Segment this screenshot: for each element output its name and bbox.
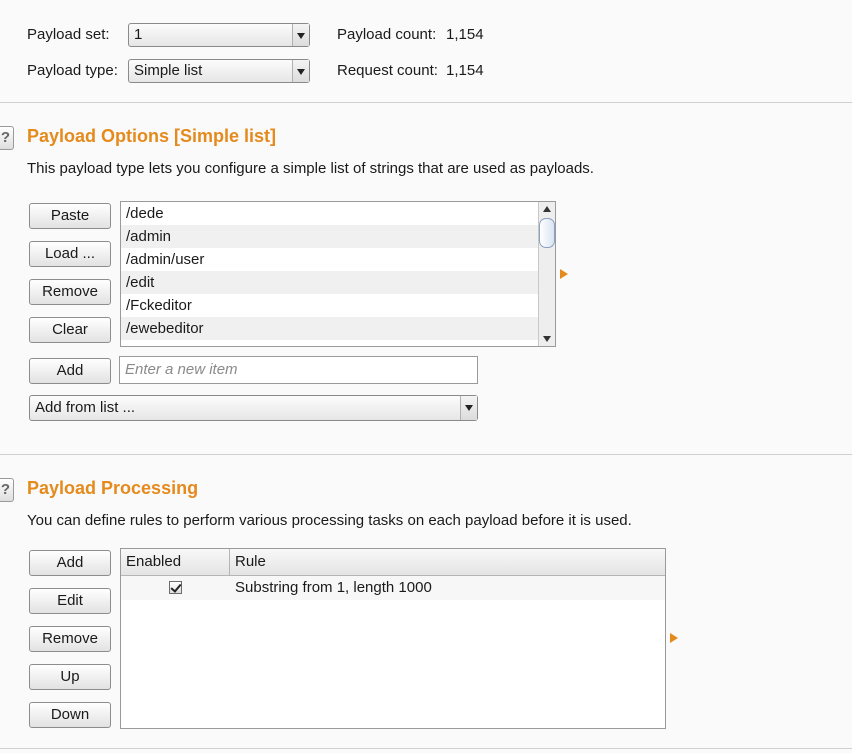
add-from-list-select[interactable]: Add from list ... (29, 395, 478, 421)
request-count-value: 1,154 (446, 62, 484, 79)
list-item[interactable]: /admin (121, 225, 555, 248)
payload-processing-title: Payload Processing (27, 478, 199, 498)
list-item[interactable]: /dede (121, 202, 555, 225)
list-scrollbar[interactable] (538, 202, 555, 346)
table-header: Enabled Rule (121, 549, 665, 576)
enabled-checkbox[interactable] (169, 581, 182, 594)
payload-type-label: Payload type: (27, 62, 118, 79)
remove-rule-button[interactable]: Remove (29, 626, 111, 652)
chevron-down-icon (292, 24, 309, 46)
add-from-list-label: Add from list ... (35, 399, 136, 416)
payload-options-title: Payload Options [Simple list] (27, 126, 277, 146)
payload-list[interactable]: /dede /admin /admin/user /edit /Fckedito… (120, 201, 556, 347)
payload-set-value: 1 (134, 26, 143, 43)
section-divider (0, 102, 852, 103)
payload-type-value: Simple list (134, 62, 203, 79)
scroll-down-arrow-icon[interactable] (539, 332, 555, 346)
list-item[interactable]: /Fckeditor (121, 294, 555, 317)
options-help-button[interactable]: ? (0, 126, 14, 150)
clear-button[interactable]: Clear (29, 317, 111, 343)
move-down-button[interactable]: Down (29, 702, 111, 728)
section-divider (0, 748, 852, 749)
request-count-label: Request count: (337, 62, 438, 79)
expand-arrow-icon[interactable] (560, 269, 568, 279)
processing-help-button[interactable]: ? (0, 478, 14, 502)
add-item-button[interactable]: Add (29, 358, 111, 384)
column-header-rule[interactable]: Rule (235, 549, 266, 575)
add-rule-button[interactable]: Add (29, 550, 111, 576)
scroll-thumb[interactable] (539, 218, 555, 248)
help-icon: ? (0, 129, 10, 146)
new-item-input[interactable]: Enter a new item (119, 356, 478, 384)
column-header-enabled[interactable]: Enabled (121, 549, 230, 575)
payload-count-value: 1,154 (446, 26, 484, 43)
table-row[interactable]: Substring from 1, length 1000 (121, 576, 665, 600)
expand-arrow-icon[interactable] (670, 633, 678, 643)
chevron-down-icon (460, 396, 477, 420)
payload-count-label: Payload count: (337, 26, 437, 43)
list-item[interactable]: /admin/user (121, 248, 555, 271)
payload-set-label: Payload set: (27, 26, 110, 43)
list-item[interactable]: /ewebeditor (121, 317, 555, 340)
payload-options-description: This payload type lets you configure a s… (27, 160, 594, 177)
list-item[interactable]: /edit (121, 271, 555, 294)
section-divider (0, 454, 852, 455)
edit-rule-button[interactable]: Edit (29, 588, 111, 614)
move-up-button[interactable]: Up (29, 664, 111, 690)
scroll-up-arrow-icon[interactable] (539, 202, 555, 216)
payload-processing-description: You can define rules to perform various … (27, 512, 632, 529)
load-button[interactable]: Load ... (29, 241, 111, 267)
chevron-down-icon (292, 60, 309, 82)
remove-button[interactable]: Remove (29, 279, 111, 305)
payload-set-select[interactable]: 1 (128, 23, 310, 47)
rule-cell: Substring from 1, length 1000 (235, 579, 432, 596)
help-icon: ? (0, 481, 10, 498)
payload-type-select[interactable]: Simple list (128, 59, 310, 83)
processing-rules-table[interactable]: Enabled Rule Substring from 1, length 10… (120, 548, 666, 729)
paste-button[interactable]: Paste (29, 203, 111, 229)
